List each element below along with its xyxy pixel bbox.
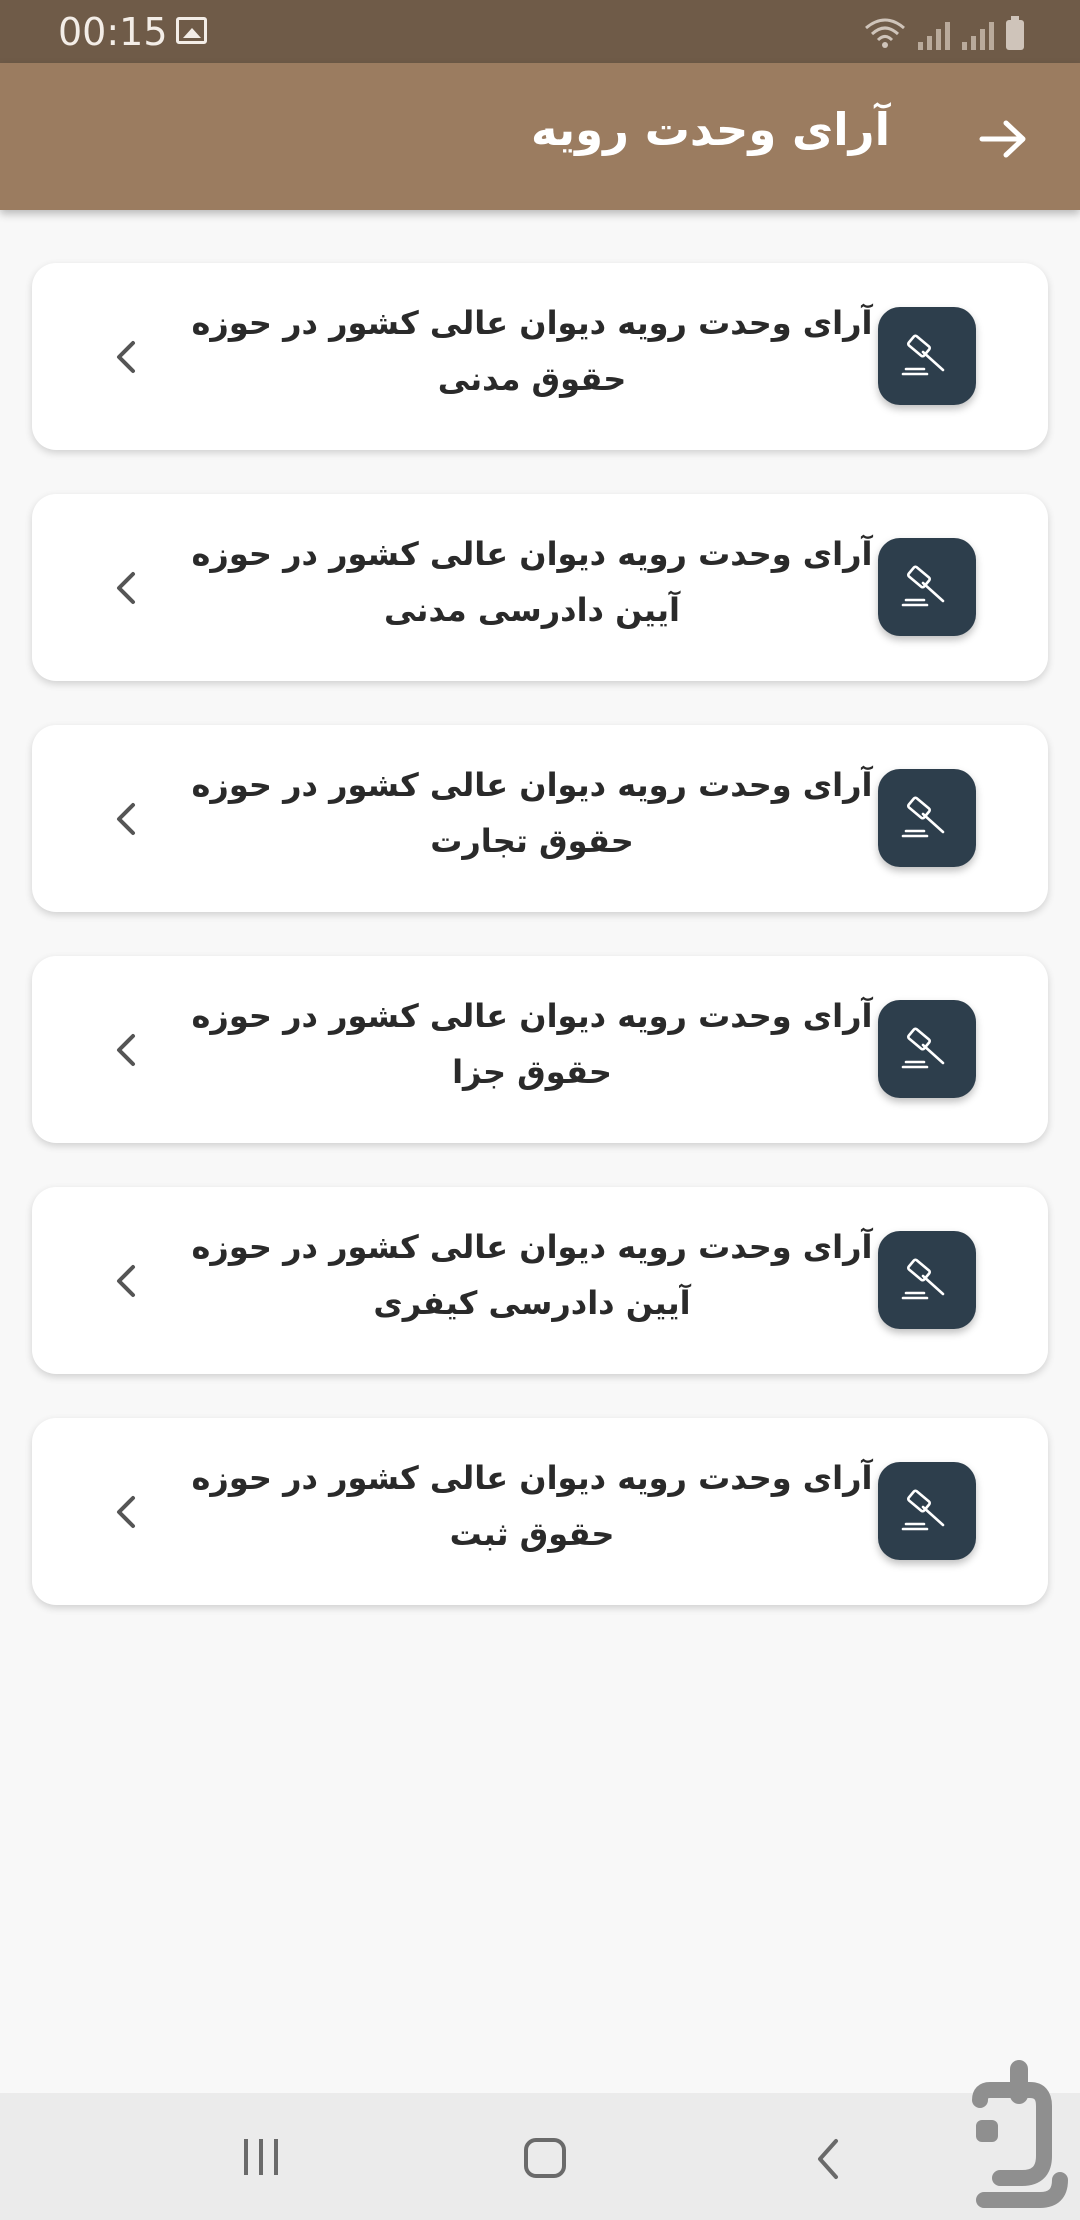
status-time: 00:15	[58, 10, 168, 54]
back-icon[interactable]	[810, 2135, 846, 2183]
chevron-left-icon	[107, 1259, 147, 1303]
battery-icon	[1006, 16, 1024, 50]
navigation-bar	[0, 2093, 1080, 2220]
chevron-left-icon	[107, 797, 147, 841]
gavel-icon	[878, 1231, 976, 1329]
gavel-icon	[878, 1000, 976, 1098]
gavel-icon	[878, 307, 976, 405]
home-icon[interactable]	[524, 2138, 566, 2178]
list-item-label: آرای وحدت رویه دیوان عالی کشور در حوزه حق…	[182, 295, 882, 419]
list-item-line2: آیین دادرسی مدنی	[384, 591, 680, 629]
page-title: آرای وحدت رویه	[530, 103, 890, 156]
list-item[interactable]: آرای وحدت رویه دیوان عالی کشور در حوزه حق…	[32, 263, 1048, 450]
list-item-line2: آیین دادرسی کیفری	[373, 1284, 691, 1322]
list-item-line1: آرای وحدت رویه دیوان عالی کشور در حوزه	[191, 304, 873, 342]
list-item-label: آرای وحدت رویه دیوان عالی کشور در حوزه آی…	[182, 526, 882, 650]
list-item[interactable]: آرای وحدت رویه دیوان عالی کشور در حوزه آی…	[32, 1187, 1048, 1374]
chevron-left-icon	[107, 1028, 147, 1072]
recent-apps-icon[interactable]	[244, 2139, 278, 2175]
list-item[interactable]: آرای وحدت رویه دیوان عالی کشور در حوزه آی…	[32, 494, 1048, 681]
gavel-icon	[878, 1462, 976, 1560]
wifi-icon	[864, 16, 906, 50]
arrow-right-icon[interactable]	[976, 111, 1032, 167]
list-item-line1: آرای وحدت رویه دیوان عالی کشور در حوزه	[191, 1459, 873, 1497]
signal-icon	[962, 20, 994, 50]
list-item-line1: آرای وحدت رویه دیوان عالی کشور در حوزه	[191, 1228, 873, 1266]
list-item[interactable]: آرای وحدت رویه دیوان عالی کشور در حوزه حق…	[32, 956, 1048, 1143]
status-bar: 00:15	[0, 0, 1080, 63]
list-item-label: آرای وحدت رویه دیوان عالی کشور در حوزه حق…	[182, 1450, 882, 1574]
app-bar: آرای وحدت رویه	[0, 63, 1080, 210]
list-item-line2: حقوق مدنی	[437, 360, 627, 398]
list-item-label: آرای وحدت رویه دیوان عالی کشور در حوزه حق…	[182, 988, 882, 1112]
list-item-line2: حقوق تجارت	[430, 822, 634, 860]
list-item-line2: حقوق ثبت	[449, 1515, 615, 1553]
gavel-icon	[878, 538, 976, 636]
status-icons	[864, 14, 1024, 50]
gavel-icon	[878, 769, 976, 867]
list-item-line2: حقوق جزا	[452, 1053, 612, 1091]
chevron-left-icon	[107, 566, 147, 610]
list-item-label: آرای وحدت رویه دیوان عالی کشور در حوزه حق…	[182, 757, 882, 881]
store-logo	[970, 2060, 1070, 2220]
list-item-line1: آرای وحدت رویه دیوان عالی کشور در حوزه	[191, 535, 873, 573]
chevron-left-icon	[107, 335, 147, 379]
list-item-line1: آرای وحدت رویه دیوان عالی کشور در حوزه	[191, 766, 873, 804]
gallery-icon	[176, 17, 207, 44]
signal-icon	[918, 20, 950, 50]
list-item-label: آرای وحدت رویه دیوان عالی کشور در حوزه آی…	[182, 1219, 882, 1343]
list-item[interactable]: آرای وحدت رویه دیوان عالی کشور در حوزه حق…	[32, 725, 1048, 912]
list-item-line1: آرای وحدت رویه دیوان عالی کشور در حوزه	[191, 997, 873, 1035]
chevron-left-icon	[107, 1490, 147, 1534]
list-item[interactable]: آرای وحدت رویه دیوان عالی کشور در حوزه حق…	[32, 1418, 1048, 1605]
